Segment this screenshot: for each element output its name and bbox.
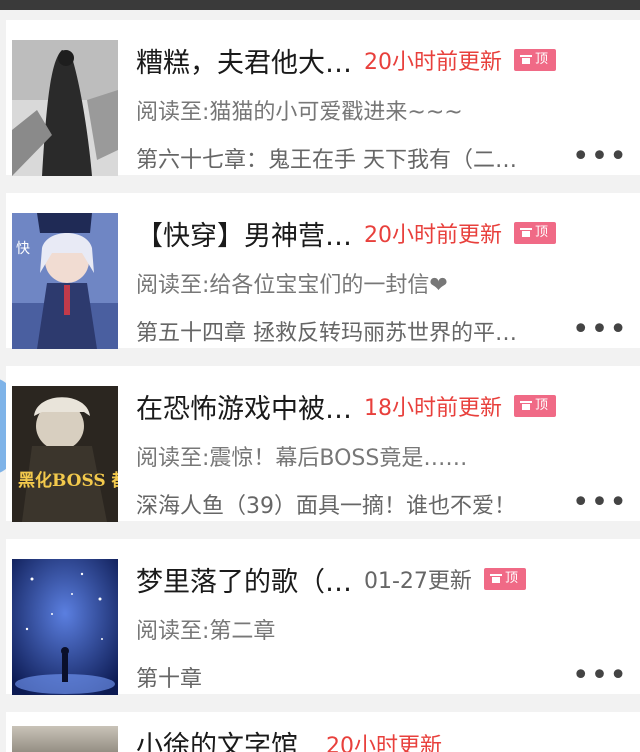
pin-badge: 顶 [514, 395, 557, 417]
update-time: 20小时前更新 [364, 223, 502, 248]
update-time: 01-27更新 [364, 569, 472, 594]
pin-badge-label: 顶 [535, 52, 549, 67]
book-cover[interactable]: 快 [12, 213, 118, 349]
title-row: 梦里落了的歌（… 01-27更新 顶 [136, 559, 526, 599]
more-dots-icon[interactable]: ••• [572, 488, 628, 518]
reading-progress: 阅读至:震惊！幕后BOSS竟是…… [136, 446, 468, 471]
more-dots-icon[interactable]: ••• [572, 315, 628, 345]
pin-top-icon [520, 55, 532, 65]
cover-image-anime-boy: 快 [12, 213, 118, 349]
update-time: 20小时前更新 [364, 50, 502, 75]
book-cover[interactable] [12, 40, 118, 176]
more-dots-icon[interactable]: ••• [572, 142, 628, 172]
book-card-partial[interactable]: 小徐的文字馆 20小时更新 [6, 712, 640, 752]
title-row: 在恐怖游戏中被… 18小时前更新 顶 [136, 386, 557, 426]
latest-chapter[interactable]: 第六十七章：鬼王在手 天下我有（二… [136, 142, 517, 174]
cover-image-starry-night [12, 559, 118, 695]
more-dots-icon[interactable]: ••• [572, 661, 628, 691]
pin-badge: 顶 [514, 49, 557, 71]
book-cover[interactable]: 黑化BOSS 都爱我 [12, 386, 118, 522]
pin-top-icon [520, 228, 532, 238]
latest-chapter[interactable]: 深海人鱼（39）面具一摘！谁也不爱！ [136, 488, 516, 520]
book-title[interactable]: 小徐的文字馆 [136, 724, 298, 752]
cover-title-text: 黑化BOSS 都爱我 [18, 470, 118, 491]
book-card[interactable]: 黑化BOSS 都爱我 在恐怖游戏中被… 18小时前更新 顶 阅读至:震惊！幕后B… [6, 366, 640, 522]
book-title[interactable]: 【快穿】男神营… [136, 214, 352, 253]
pin-badge-label: 顶 [504, 571, 518, 586]
svg-text:快: 快 [16, 241, 30, 257]
book-card[interactable]: 梦里落了的歌（… 01-27更新 顶 阅读至:第二章 第十章 ••• [6, 539, 640, 695]
book-title[interactable]: 梦里落了的歌（… [136, 560, 352, 599]
book-title[interactable]: 在恐怖游戏中被… [136, 387, 352, 426]
pin-top-icon [520, 401, 532, 411]
book-cover[interactable] [12, 559, 118, 695]
book-cover[interactable] [12, 726, 118, 752]
bookshelf-list: 糟糕，夫君他大… 20小时前更新 顶 阅读至:猫猫的小可爱戳进来~~~ 第六十七… [0, 20, 640, 712]
update-time: 20小时更新 [326, 734, 442, 752]
cover-image-boss: 黑化BOSS 都爱我 [12, 386, 118, 522]
book-title[interactable]: 糟糕，夫君他大… [136, 41, 352, 80]
reading-progress: 阅读至:第二章 [136, 619, 276, 644]
pin-badge-label: 顶 [535, 398, 549, 413]
title-row: 糟糕，夫君他大… 20小时前更新 顶 [136, 40, 557, 80]
reading-progress: 阅读至:猫猫的小可爱戳进来~~~ [136, 100, 463, 125]
status-bar [0, 0, 640, 10]
latest-chapter[interactable]: 第五十四章 拯救反转玛丽苏世界的平… [136, 315, 517, 347]
title-row: 【快穿】男神营… 20小时前更新 顶 [136, 213, 557, 253]
pin-top-icon [489, 574, 502, 584]
pin-badge: 顶 [483, 568, 526, 590]
pin-badge: 顶 [514, 222, 557, 244]
pin-badge-label: 顶 [535, 225, 549, 240]
update-time: 18小时前更新 [364, 396, 502, 421]
book-card[interactable]: 糟糕，夫君他大… 20小时前更新 顶 阅读至:猫猫的小可爱戳进来~~~ 第六十七… [6, 20, 640, 176]
latest-chapter[interactable]: 第十章 [136, 661, 202, 693]
book-card[interactable]: 快 【快穿】男神营… 20小时前更新 顶 阅读至:给各位宝宝们的一封信❤ 第五十… [6, 193, 640, 349]
cover-image-ink-figure [12, 40, 118, 176]
reading-progress: 阅读至:给各位宝宝们的一封信❤ [136, 273, 448, 298]
